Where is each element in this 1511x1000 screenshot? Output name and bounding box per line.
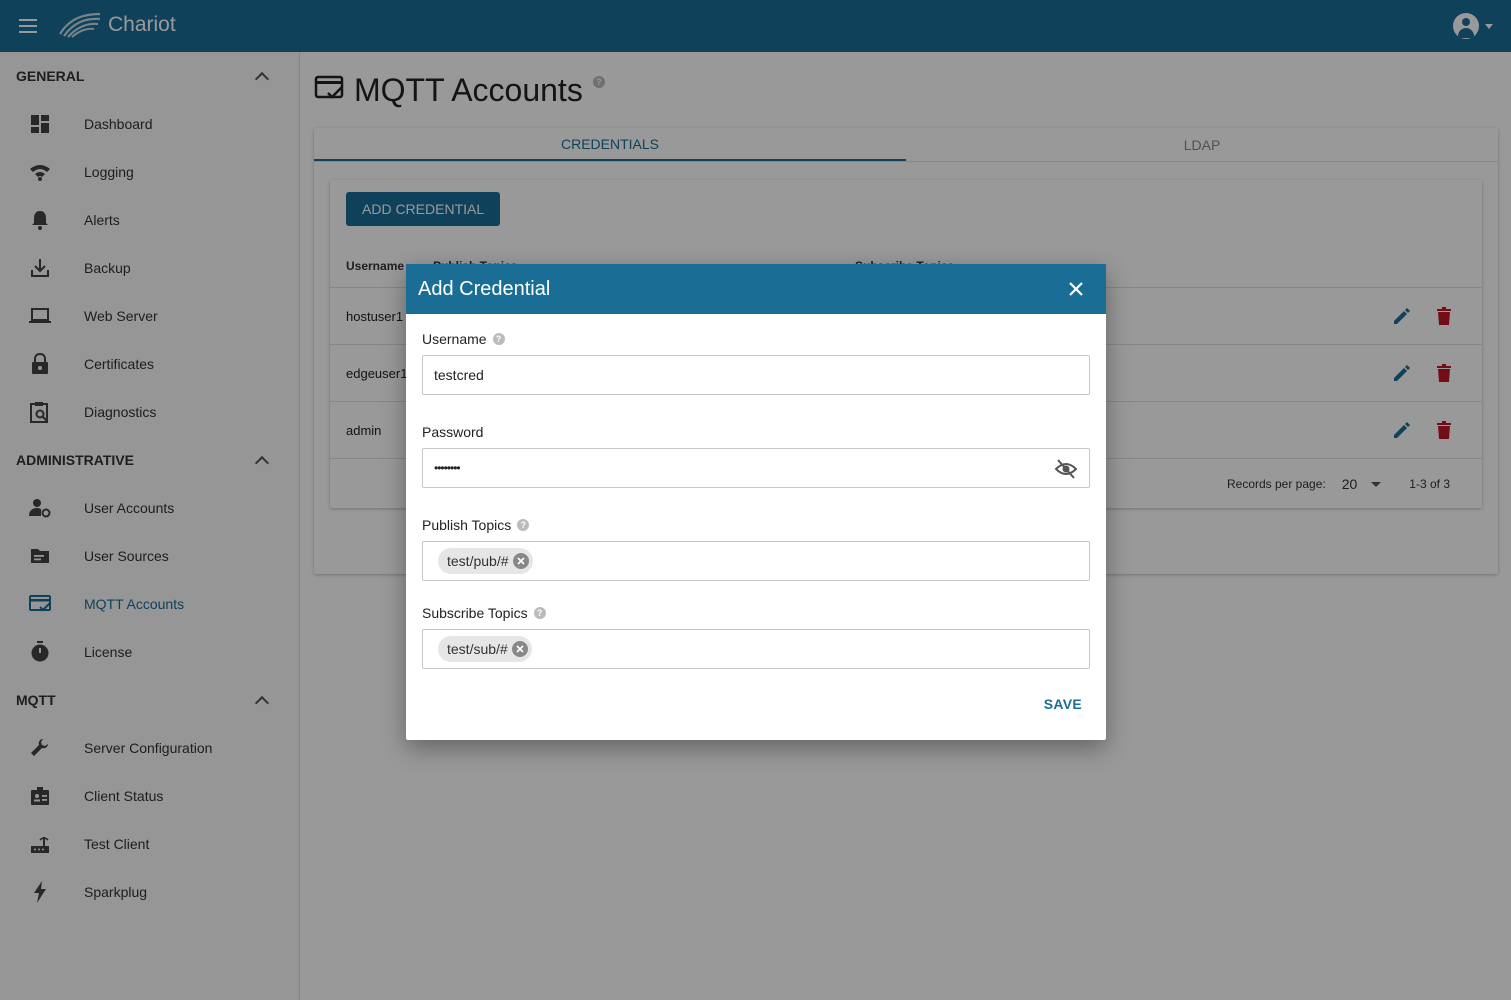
password-value: •••••••• — [434, 461, 461, 475]
username-field[interactable]: testcred — [422, 355, 1090, 395]
username-label-row: Username ? — [422, 330, 1090, 348]
remove-chip-icon[interactable] — [512, 553, 529, 569]
username-value: testcred — [434, 367, 484, 383]
username-label: Username — [422, 331, 487, 347]
subscribe-topics-label-row: Subscribe Topics ? — [422, 604, 1090, 622]
password-label: Password — [422, 424, 484, 440]
topic-chip: test/pub/# — [438, 548, 533, 574]
dialog-body: Username ? testcred Password •••••••• Pu… — [406, 314, 1106, 669]
add-credential-dialog: Add Credential Username ? testcred Passw… — [406, 264, 1106, 740]
publish-topics-label: Publish Topics — [422, 517, 512, 533]
subscribe-topics-label: Subscribe Topics — [422, 605, 528, 621]
dialog-title: Add Credential — [418, 277, 551, 300]
chip-label: test/pub/# — [447, 553, 509, 569]
password-field[interactable]: •••••••• — [422, 448, 1090, 488]
visibility-off-icon[interactable] — [1054, 458, 1078, 480]
help-icon[interactable]: ? — [492, 333, 505, 345]
save-button[interactable]: SAVE — [1044, 696, 1082, 712]
password-label-row: Password — [422, 423, 1090, 441]
publish-topics-label-row: Publish Topics ? — [422, 516, 1090, 534]
help-icon[interactable]: ? — [517, 519, 530, 531]
publish-topics-field[interactable]: test/pub/# — [422, 541, 1090, 581]
subscribe-topics-field[interactable]: test/sub/# — [422, 629, 1090, 669]
topic-chip: test/sub/# — [438, 636, 532, 662]
chip-label: test/sub/# — [447, 641, 508, 657]
remove-chip-icon[interactable] — [511, 641, 528, 657]
dialog-header: Add Credential — [406, 264, 1106, 314]
help-icon[interactable]: ? — [533, 607, 546, 619]
close-icon[interactable] — [1064, 277, 1088, 301]
